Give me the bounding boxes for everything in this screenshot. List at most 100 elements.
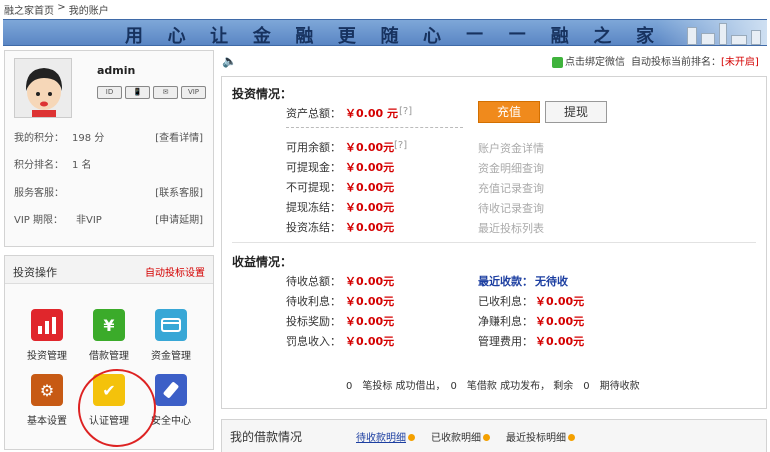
speaker-icon[interactable]: 🔈 [222,54,237,68]
bid-summary: 0 笔投标 成功借出， 0 笔借款 成功发布， 剩余 0 期待收款 [346,381,640,392]
service-row: 服务客服： [14,184,64,199]
user-card: admin ID 📱 ✉ VIP 我的积分： 198 分 [查看详情] 积分排名… [4,50,214,247]
dot-icon [408,434,415,441]
slogan-banner: 用 心 让 金 融 更 随 心 — — 融 之 家 [3,19,767,48]
op-label: 借款管理 [89,351,129,362]
recharge-record-query-link[interactable]: 充值记录查询 [478,180,544,196]
tab-recent-bids[interactable]: 最近投标明细 [506,429,575,444]
my-loans-panel: 我的借款情况 待收款明细 已收款明细 最近投标明细 [221,419,767,452]
pending-interest-value: ￥0.00元 [345,295,395,308]
investment-operations-panel: 投资操作 自动投标设置 投资管理 ¥ 借款管理 资金管理 ⚙ 基本设置 ✔ 认证… [4,255,214,450]
slogan-char: 之 [593,26,613,47]
available-balance-help[interactable]: [?] [394,140,407,151]
points-row: 我的积分： 198 分 [14,129,104,144]
bind-wechat-text: 点击绑定微信 [565,57,625,68]
phone-icon[interactable]: 📱 [125,86,150,99]
available-balance-label: 可用余额： [286,141,341,154]
points-detail-link[interactable]: [查看详情] [155,129,203,144]
rank-value: 1 名 [72,160,92,171]
slogan-char: 融 [550,26,570,47]
withdraw-button[interactable]: 提现 [545,101,607,123]
slogan-char: 融 [295,26,315,47]
banner-slogan: 用 心 让 金 融 更 随 心 — — 融 之 家 [125,22,655,48]
money-bag-icon: ¥ [93,309,125,341]
account-fund-detail-link[interactable]: 账户资金详情 [478,140,544,156]
slogan-char: 更 [337,26,357,47]
invest-frozen-value: ￥0.00元 [345,221,395,234]
auto-bid-rank: 自动投标当前排名：[未开启] [631,53,759,68]
bar-chart-icon [31,309,63,341]
op-label: 投资管理 [27,351,67,362]
withdrawable-value: ￥0.00元 [345,161,395,174]
account-topbar: 🔈 点击绑定微信 自动投标当前排名：[未开启] [222,50,767,72]
dot-icon [483,434,490,441]
account-overview: 投资情况： 资产总额： ￥0.00 元 [?] 可用余额： ￥0.00元 [?]… [221,76,767,409]
tab-received-payments[interactable]: 已收款明细 [431,429,490,444]
slogan-char: — [465,22,485,43]
slogan-char: 心 [167,26,187,47]
vip-icon[interactable]: VIP [181,86,206,99]
points-label: 我的积分： [14,133,64,144]
penalty-income-label: 罚息收入： [286,335,341,348]
email-icon[interactable]: ✉ [153,86,178,99]
breadcrumb-home-link[interactable]: 融之家首页 [4,6,54,17]
my-loans-title: 我的借款情况 [230,430,303,444]
pending-record-query-link[interactable]: 待收记录查询 [478,200,544,216]
pending-total-label: 待收总额： [286,275,341,288]
panel-title: 投资操作 [13,266,57,279]
net-interest-value: ￥0.00元 [535,315,585,328]
avatar[interactable] [14,58,72,118]
auto-bid-status[interactable]: [未开启] [721,57,759,68]
fund-detail-query-link[interactable]: 资金明细查询 [478,160,544,176]
total-assets-label: 资产总额： [286,107,341,120]
auto-bid-settings-link[interactable]: 自动投标设置 [145,264,205,279]
usb-key-icon [155,374,187,406]
received-interest-label: 已收利息： [478,295,533,308]
slogan-char: 用 [125,26,144,47]
bid-bonus-value: ￥0.00元 [345,315,395,328]
slogan-char: 随 [380,26,400,47]
management-fee-label: 管理费用： [478,335,533,348]
recharge-button[interactable]: 充值 [478,101,540,123]
investment-management-button[interactable]: 投资管理 [19,309,75,362]
recent-bid-list-link[interactable]: 最近投标列表 [478,220,544,236]
divider [286,127,463,128]
city-skyline-image [657,20,767,45]
breadcrumb-current: 我的账户 [68,6,109,17]
rank-row: 积分排名： 1 名 [14,156,92,171]
op-label: 基本设置 [27,416,67,427]
loan-management-button[interactable]: ¥ 借款管理 [81,309,137,362]
id-card-icon[interactable]: ID [97,86,122,99]
pending-interest-label: 待收利息： [286,295,341,308]
received-interest-value: ￥0.00元 [535,295,585,308]
fund-management-button[interactable]: 资金管理 [143,309,199,362]
slogan-char: 心 [423,26,443,47]
card-icon [155,309,187,341]
penalty-income-value: ￥0.00元 [345,335,395,348]
basic-settings-button[interactable]: ⚙ 基本设置 [19,374,75,427]
op-label: 资金管理 [151,351,191,362]
slogan-char: 让 [210,26,230,47]
section-divider [232,242,756,243]
contact-service-link[interactable]: [联系客服] [155,184,203,199]
slogan-char: 金 [252,26,272,47]
vip-row: VIP 期限： 非VIP [14,211,102,226]
withdraw-frozen-label: 提现冻结： [286,201,341,214]
breadcrumb: 融之家首页 > 我的账户 [4,2,109,17]
total-assets-help[interactable]: [?] [399,106,412,117]
bind-wechat-link[interactable]: 点击绑定微信 [552,53,625,68]
recent-receipt-label: 最近收款： [478,275,533,288]
panel-header: 投资操作 自动投标设置 [5,256,213,284]
invest-status-title: 投资情况： [232,87,293,101]
recent-receipt-value: 无待收 [535,275,568,288]
pending-total-value: ￥0.00元 [345,275,395,288]
tab-label: 最近投标明细 [506,433,566,444]
tab-pending-receipts[interactable]: 待收款明细 [356,429,415,444]
total-assets-value: ￥0.00 元 [345,107,398,120]
wechat-icon [552,56,563,68]
vip-extend-link[interactable]: [申请延期] [155,211,203,226]
breadcrumb-separator: > [57,2,66,13]
invest-frozen-label: 投资冻结： [286,221,341,234]
slogan-char: — [508,22,528,43]
auto-bid-rank-label: 自动投标当前排名： [631,57,721,68]
